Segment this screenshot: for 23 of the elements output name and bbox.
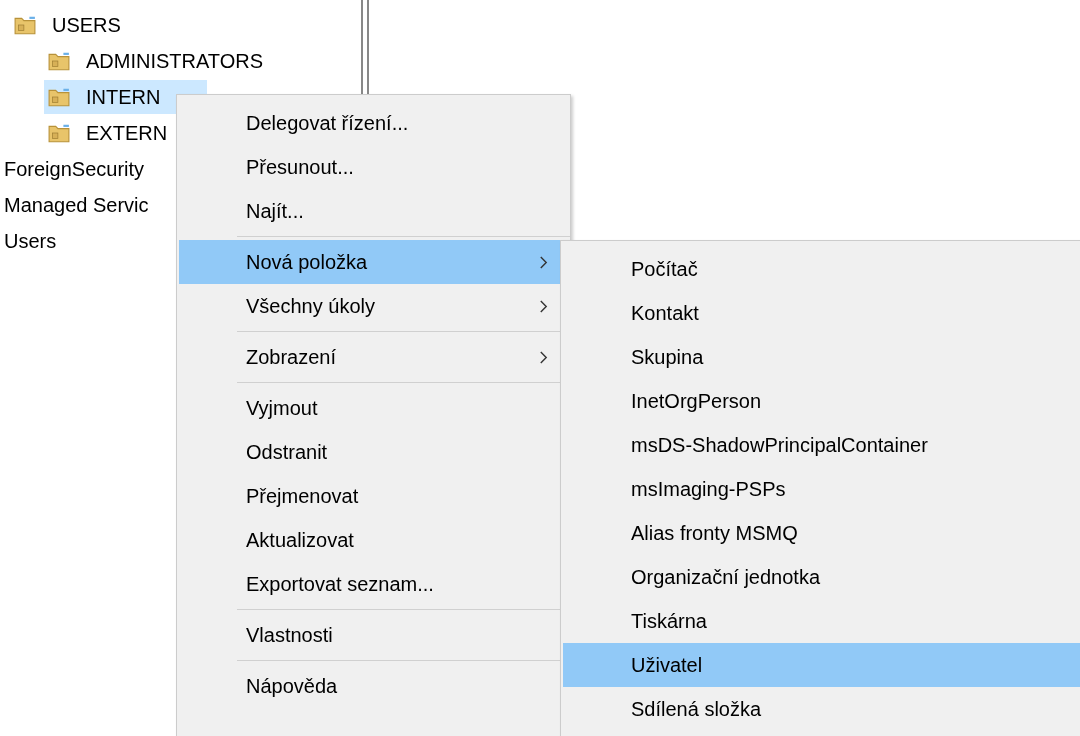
folder-icon bbox=[48, 51, 70, 71]
menu-item[interactable]: Uživatel bbox=[563, 643, 1080, 687]
menu-item[interactable]: Sdílená složka bbox=[563, 687, 1080, 731]
tree-item[interactable]: ADMINISTRATORS bbox=[44, 44, 268, 78]
menu-item[interactable]: Přesunout... bbox=[179, 145, 568, 189]
tree-item[interactable]: Users bbox=[0, 224, 61, 258]
tree-item[interactable]: EXTERN bbox=[44, 116, 172, 150]
tree-item[interactable]: Managed Servic bbox=[0, 188, 153, 222]
folder-icon bbox=[48, 123, 70, 143]
chevron-right-icon bbox=[539, 299, 548, 313]
folder-icon bbox=[14, 15, 36, 35]
menu-item[interactable]: Najít... bbox=[179, 189, 568, 233]
menu-item[interactable]: Alias fronty MSMQ bbox=[563, 511, 1080, 555]
chevron-right-icon bbox=[539, 255, 548, 269]
menu-item[interactable]: Organizační jednotka bbox=[563, 555, 1080, 599]
menu-item[interactable]: Tiskárna bbox=[563, 599, 1080, 643]
menu-item[interactable]: msDS-ShadowPrincipalContainer bbox=[563, 423, 1080, 467]
menu-item[interactable]: InetOrgPerson bbox=[563, 379, 1080, 423]
tree-item[interactable]: ForeignSecurity bbox=[0, 152, 149, 186]
chevron-right-icon bbox=[539, 350, 548, 364]
folder-icon bbox=[48, 87, 70, 107]
tree-item[interactable]: USERS bbox=[10, 8, 125, 42]
menu-item[interactable]: msImaging-PSPs bbox=[563, 467, 1080, 511]
